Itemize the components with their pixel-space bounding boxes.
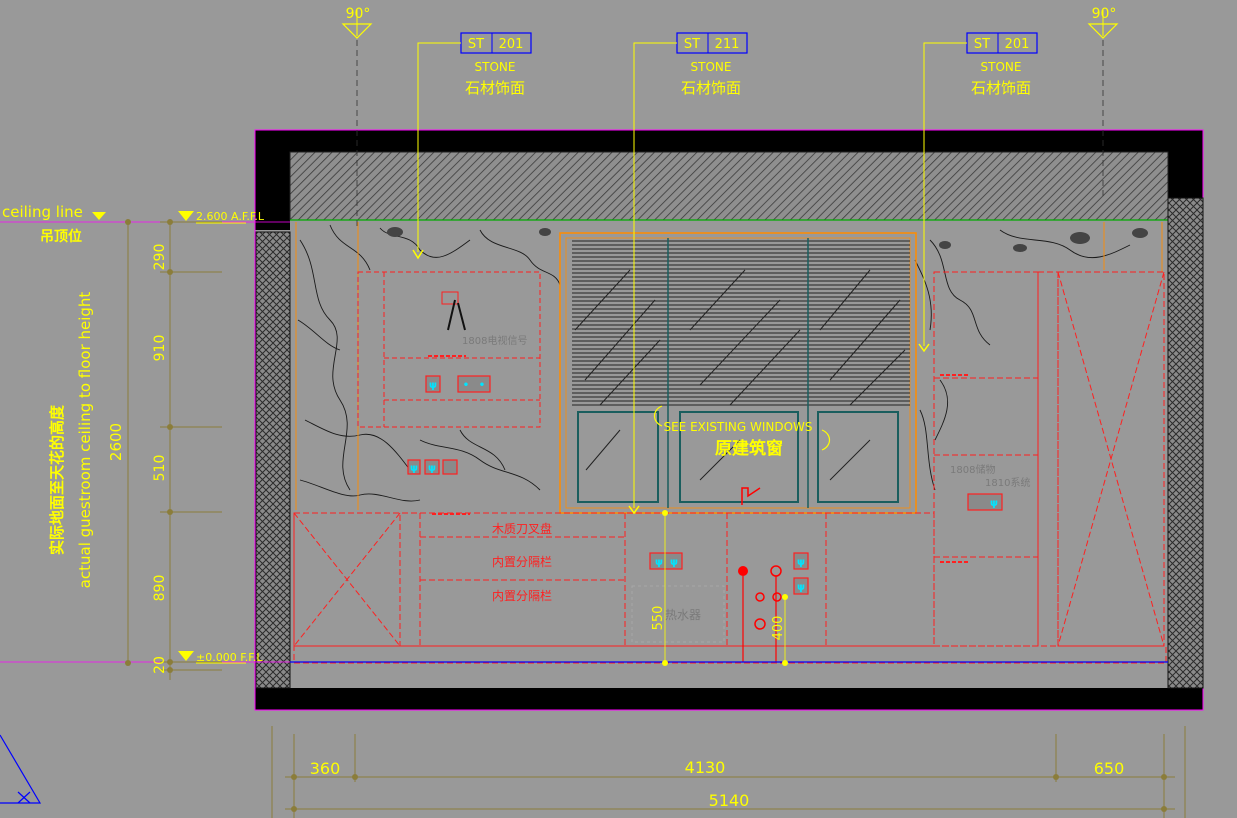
dim-tick-dot <box>167 424 173 430</box>
plumbing <box>631 487 782 662</box>
svg-text:•: • <box>463 380 469 391</box>
horizontal-total: 5140 <box>709 791 750 810</box>
faint-label-storage: 1808储物 <box>950 463 995 476</box>
tag-en: STONE <box>981 60 1022 74</box>
section-angle-left: 90° <box>346 6 371 22</box>
vertical-seg-20: 20 <box>152 656 168 674</box>
cabinet-label-divider-1: 内置分隔栏 <box>492 554 552 569</box>
window-note-en: SEE EXISTING WINDOWS <box>663 420 812 434</box>
section-angle-right: 90° <box>1092 6 1117 22</box>
faint-label-system: 1810系统 <box>985 476 1030 489</box>
dim-550: 550 <box>651 606 666 631</box>
ceiling-level-label: 2.600 A.F.F.L <box>196 210 265 223</box>
tall-cabinets <box>933 271 1165 647</box>
vertical-seg-510: 510 <box>152 455 168 482</box>
north-arrow-symbol <box>0 734 42 804</box>
cabinet-label-divider-2: 内置分隔栏 <box>492 588 552 603</box>
svg-text:ψ: ψ <box>410 463 418 474</box>
height-title-en: actual guestroom ceiling to floor height <box>76 292 94 589</box>
right-column-hatch <box>1167 197 1204 689</box>
existing-window <box>559 232 917 514</box>
tag-code: ST <box>468 37 484 52</box>
svg-text:ψ: ψ <box>670 557 678 568</box>
glass-reflection <box>829 299 901 381</box>
vertical-seg-890: 890 <box>152 575 168 602</box>
tv-cabinet <box>357 271 541 428</box>
tag-code: ST <box>684 37 700 52</box>
svg-text:ψ: ψ <box>990 498 998 509</box>
svg-text:ψ: ψ <box>797 557 805 568</box>
tag-cn: 石材饰面 <box>681 79 741 97</box>
ceiling-cn-label: 吊顶位 <box>40 228 82 245</box>
base-cabinets <box>293 512 1167 664</box>
horizontal-seg-650: 650 <box>1094 759 1125 778</box>
tag-cn: 石材饰面 <box>971 79 1031 97</box>
tv-socket <box>441 291 459 305</box>
svg-text:•: • <box>479 380 485 391</box>
vertical-dimension-chain: 2600 290 910 510 890 20 <box>107 219 222 680</box>
svg-text:ψ: ψ <box>655 557 663 568</box>
tag-code: ST <box>974 37 990 52</box>
horizontal-seg-4130: 4130 <box>685 758 726 777</box>
glass-reflection <box>829 439 871 481</box>
stone-veining <box>297 224 1131 502</box>
svg-text:ψ: ψ <box>429 380 437 391</box>
left-column-hatch <box>255 231 291 689</box>
tag-number: 201 <box>499 37 524 52</box>
vertical-seg-910: 910 <box>152 335 168 362</box>
faint-label-tv-signal: 1808电视信号 <box>462 334 527 347</box>
glass-reflection <box>585 429 621 471</box>
vertical-seg-290: 290 <box>152 244 168 271</box>
floor-level: ±0.000 F.F.L <box>0 651 290 664</box>
height-title: 实际地面至天花的高度 actual guestroom ceiling to f… <box>48 292 94 589</box>
faint-label-heater: 热水器 <box>665 608 701 622</box>
dim-400: 400 <box>771 616 786 641</box>
glass-reflection <box>584 299 656 381</box>
vertical-dim-ticks <box>160 219 222 673</box>
svg-text:ψ: ψ <box>428 463 436 474</box>
elevation-drawing: ψ • • ψ ψ ψ ψ ψ ψ ψ 90° 90° ST 201 STONE… <box>0 6 1204 818</box>
svg-text:ψ: ψ <box>797 582 805 593</box>
cabinet-label-tray: 木质刀叉盘 <box>492 521 552 536</box>
ceiling-level: ceiling line 吊顶位 2.600 A.F.F.L <box>0 203 290 245</box>
dim-tick-dot <box>167 509 173 515</box>
tag-en: STONE <box>691 60 732 74</box>
window-note-cn: 原建筑窗 <box>715 438 783 459</box>
ceiling-line-label: ceiling line <box>2 203 83 221</box>
tag-en: STONE <box>475 60 516 74</box>
horizontal-seg-360: 360 <box>310 759 341 778</box>
horizontal-dimension-chain: 360 4130 650 5140 <box>271 726 1186 818</box>
ceiling-hatch <box>289 151 1169 221</box>
tag-number: 201 <box>1005 37 1030 52</box>
dim-tick-dot <box>167 219 173 225</box>
height-title-cn: 实际地面至天花的高度 <box>48 404 66 555</box>
vertical-total: 2600 <box>107 423 125 461</box>
tag-number: 211 <box>715 37 740 52</box>
cabinet-dimensions: 550 400 <box>651 510 788 666</box>
tag-cn: 石材饰面 <box>465 79 525 97</box>
cabinet-labels: 木质刀叉盘 内置分隔栏 内置分隔栏 <box>492 521 552 603</box>
